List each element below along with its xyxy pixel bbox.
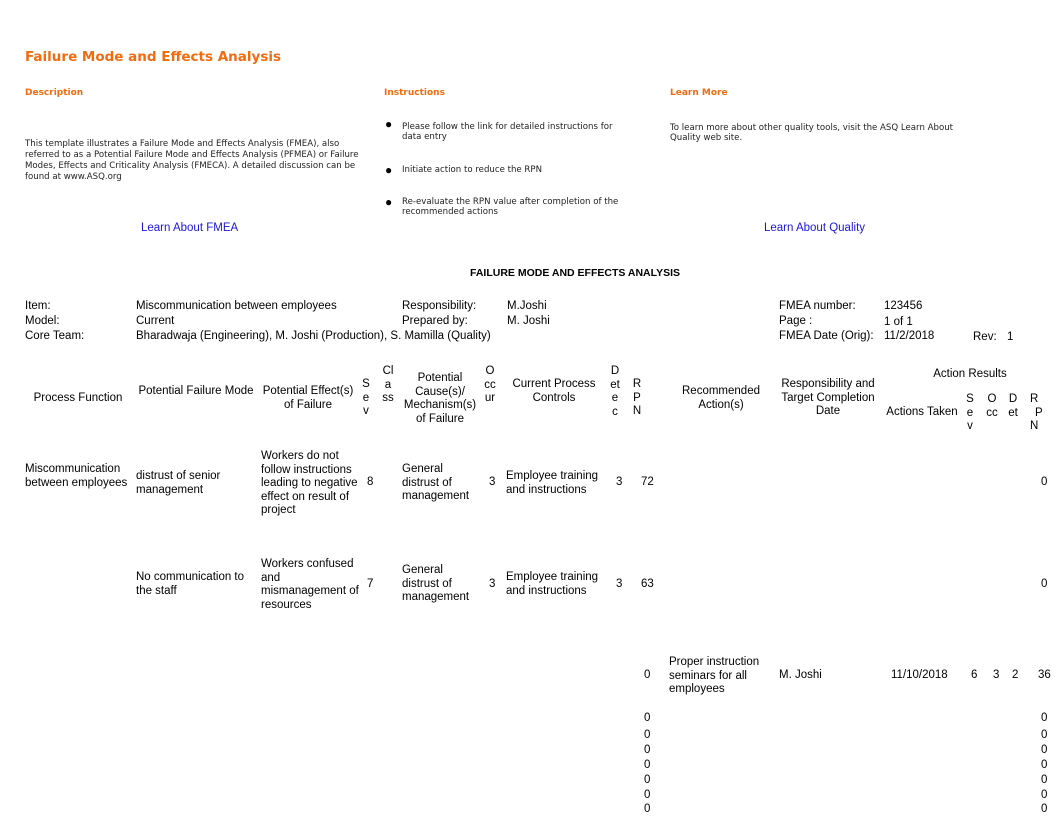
col-responsibility: Responsibility and Target Completion Dat… <box>781 378 875 417</box>
instruction-item: Initiate action to reduce the RPN <box>402 165 543 175</box>
cell-causes[interactable]: General distrust of management <box>402 463 480 504</box>
cell-detec[interactable]: 3 <box>616 476 622 490</box>
empty-row-rpn: 0 <box>644 729 651 741</box>
empty-row-rpn: 0 <box>644 744 651 756</box>
col-res-sev: Sev <box>966 393 974 432</box>
col-occur: Occur <box>484 365 496 404</box>
instruction-item: Re-evaluate the RPN value after completi… <box>402 197 619 217</box>
col-recommended: Recommended Action(s) <box>682 385 760 411</box>
instruction-item: Please follow the link for detailed inst… <box>402 122 613 142</box>
cell-causes[interactable]: General distrust of management <box>402 564 480 605</box>
cell-res-occ[interactable]: 3 <box>993 669 999 683</box>
empty-row-rpn: 0 <box>644 774 651 786</box>
col-rpn: RPN <box>632 378 642 417</box>
cell-res-rpn: 0 <box>1041 578 1048 590</box>
fmea-date-value: 11/2/2018 <box>884 330 935 342</box>
sheet-title: FAILURE MODE AND EFFECTS ANALYSIS <box>470 267 681 279</box>
cell-failure-mode[interactable]: distrust of senior management <box>136 470 254 497</box>
cell-responsibility[interactable]: M. Joshi <box>779 669 822 683</box>
rev-value: 1 <box>1007 331 1014 343</box>
empty-row-rpn: 0 <box>644 712 651 724</box>
cell-controls[interactable]: Employee training and instructions <box>506 571 606 598</box>
col-detec: Detec <box>610 365 620 418</box>
item-label: Item: <box>25 300 51 312</box>
fmea-number-value: 123456 <box>884 300 923 312</box>
col-controls: Current Process Controls <box>512 378 596 404</box>
core-team-value: Bharadwaja (Engineering), M. Joshi (Prod… <box>136 330 491 342</box>
cell-res-det[interactable]: 2 <box>1012 669 1018 683</box>
empty-row-res-rpn: 0 <box>1041 803 1048 815</box>
empty-row-res-rpn: 0 <box>1041 759 1048 771</box>
cell-rpn: 72 <box>641 476 654 488</box>
cell-effects[interactable]: Workers confused and mismanagement of re… <box>261 558 361 612</box>
learn-about-fmea-link[interactable]: Learn About FMEA <box>141 222 238 234</box>
col-res-rpn-p: P <box>1035 406 1043 419</box>
cell-res-rpn: 36 <box>1038 669 1051 681</box>
learn-about-quality-link[interactable]: Learn About Quality <box>764 222 865 234</box>
col-process-function: Process Function <box>33 392 123 404</box>
fmea-date-label: FMEA Date (Orig): <box>779 330 874 342</box>
bullet-icon: ● <box>385 195 393 209</box>
col-res-occ: Occ <box>986 393 998 419</box>
page-label: Page : <box>779 315 813 327</box>
description-text: This template illustrates a Failure Mode… <box>25 139 359 182</box>
empty-row-res-rpn: 0 <box>1041 712 1048 724</box>
empty-row-res-rpn: 0 <box>1041 729 1048 741</box>
bullet-icon: ● <box>385 117 393 131</box>
model-label: Model: <box>25 315 60 327</box>
cell-sev[interactable]: 8 <box>367 476 373 490</box>
col-res-rpn-r: R <box>1030 393 1039 405</box>
cell-occur[interactable]: 3 <box>489 578 495 592</box>
learn-more-heading: Learn More <box>670 88 728 98</box>
empty-row-res-rpn: 0 <box>1041 744 1048 756</box>
description-heading: Description <box>25 88 84 98</box>
empty-row-rpn: 0 <box>644 803 651 815</box>
cell-rpn: 0 <box>644 669 651 681</box>
rev-label: Rev: <box>973 331 997 343</box>
bullet-icon: ● <box>385 163 393 177</box>
instructions-heading: Instructions <box>384 88 445 98</box>
col-sev: Sev <box>362 378 370 417</box>
model-value: Current <box>136 315 175 327</box>
col-res-det: Det <box>1008 393 1018 419</box>
cell-process-function[interactable]: Miscommunication between employees <box>25 463 133 490</box>
empty-row-rpn: 0 <box>644 759 651 771</box>
col-action-results: Action Results <box>933 368 1007 380</box>
cell-res-sev[interactable]: 6 <box>971 669 977 683</box>
prepared-by-value: M. Joshi <box>507 315 550 327</box>
cell-occur[interactable]: 3 <box>489 476 495 490</box>
item-value: Miscommunication between employees <box>136 300 337 312</box>
cell-sev[interactable]: 7 <box>367 578 373 592</box>
col-res-rpn: R P N <box>1030 393 1043 434</box>
cell-effects[interactable]: Workers do not follow instructions leadi… <box>261 450 359 518</box>
cell-res-rpn: 0 <box>1041 476 1048 488</box>
empty-row-res-rpn: 0 <box>1041 789 1048 801</box>
empty-row-res-rpn: 0 <box>1041 774 1048 786</box>
col-actions-taken: Actions Taken <box>886 406 958 418</box>
col-res-rpn-n: N <box>1030 420 1039 432</box>
cell-recommended[interactable]: Proper instruction seminars for all empl… <box>669 656 769 697</box>
responsibility-label: Responsibility: <box>402 300 477 312</box>
core-team-label: Core Team: <box>25 330 85 342</box>
page-title: Failure Mode and Effects Analysis <box>25 49 282 65</box>
empty-row-rpn: 0 <box>644 789 651 801</box>
cell-detec[interactable]: 3 <box>616 578 622 592</box>
learn-more-text: To learn more about other quality tools,… <box>670 123 954 143</box>
cell-actions-taken[interactable]: 11/10/2018 <box>891 669 948 683</box>
col-causes: Potential Cause(s)/ Mechanism(s) of Fail… <box>403 372 477 425</box>
cell-controls[interactable]: Employee training and instructions <box>506 470 606 497</box>
col-class: Class <box>382 365 394 404</box>
prepared-by-label: Prepared by: <box>402 315 468 327</box>
cell-rpn: 63 <box>641 578 654 590</box>
col-failure-mode: Potential Failure Mode <box>138 385 254 397</box>
col-effects: Potential Effect(s) of Failure <box>262 385 354 411</box>
page-value: 1 of 1 <box>884 316 913 328</box>
responsibility-value: M.Joshi <box>507 300 547 312</box>
fmea-number-label: FMEA number: <box>779 300 856 312</box>
cell-failure-mode[interactable]: No communication to the staff <box>136 571 258 598</box>
